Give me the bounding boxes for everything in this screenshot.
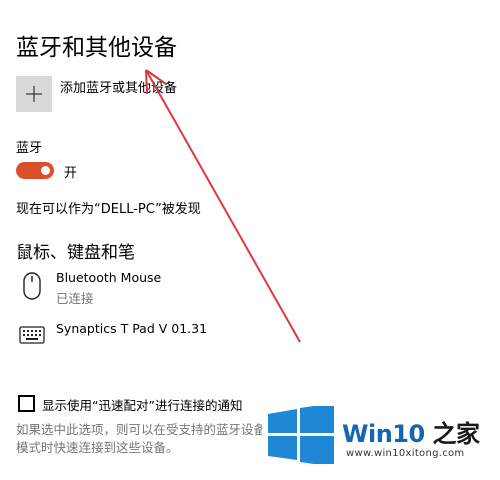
toggle-knob (41, 166, 50, 175)
watermark-brand: Win10 之家 (342, 414, 480, 449)
bluetooth-toggle-state: 开 (64, 166, 78, 181)
device-name-mouse[interactable]: Bluetooth Mouse (56, 270, 161, 285)
windows-logo-icon (268, 406, 334, 464)
swift-pair-description-line1: 如果选中此选项，则可以在受支持的蓝牙设备 (16, 422, 267, 437)
watermark-brand-main: Win10 (342, 420, 425, 448)
swift-pair-label[interactable]: 显示使用“迅速配对”进行连接的通知 (42, 395, 242, 414)
mouse-icon (22, 271, 42, 305)
bluetooth-heading: 蓝牙 (16, 141, 43, 156)
add-device-button[interactable] (16, 76, 52, 112)
watermark-url: www.win10xitong.com (346, 448, 465, 459)
keyboard-icon (19, 326, 45, 348)
swift-pair-checkbox[interactable] (18, 395, 35, 412)
page-title: 蓝牙和其他设备 (16, 35, 177, 61)
watermark: Win10 之家 www.win10xitong.com (262, 392, 500, 480)
swift-pair-description-line2: 模式时快速连接到这些设备。 (16, 440, 179, 455)
add-device-label[interactable]: 添加蓝牙或其他设备 (60, 77, 177, 96)
mouse-keyboard-pen-heading: 鼠标、键盘和笔 (16, 243, 135, 263)
plus-icon (26, 86, 42, 102)
discoverable-text: 现在可以作为“DELL-PC”被发现 (16, 202, 201, 217)
device-status-mouse: 已连接 (56, 291, 94, 306)
bluetooth-toggle[interactable] (16, 162, 54, 179)
watermark-brand-suffix: 之家 (432, 420, 481, 448)
device-name-touchpad[interactable]: Synaptics T Pad V 01.31 (56, 321, 207, 336)
